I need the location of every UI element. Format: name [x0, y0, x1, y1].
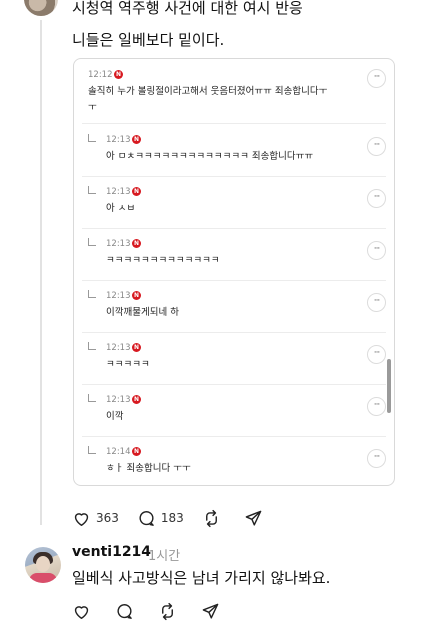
comment-time: 12:13	[106, 239, 131, 249]
comment-text: 이깍	[106, 411, 124, 422]
n-badge-icon: N	[132, 447, 141, 456]
list-item: 12:13 N 이깍 ···	[74, 385, 394, 437]
list-item: 12:12 N 솔직히 누가 볼링절이라고해서 웃음터졌어ㅠㅠ 죄송합니다ㅜ ㅜ…	[74, 59, 394, 125]
list-item: 12:14 N ㅎㅏ 죄송합니다 ㅜㅜ ···	[74, 437, 394, 485]
comment-time: 12:13	[106, 343, 131, 353]
author-avatar[interactable]	[24, 0, 58, 16]
comment-text: ㅋㅋㅋㅋㅋ	[106, 359, 150, 370]
divider	[82, 123, 386, 124]
reply-arrow-icon	[88, 238, 96, 246]
comment-time: 12:13	[106, 187, 131, 197]
comment-time: 12:14	[106, 447, 131, 457]
thread-line	[40, 20, 42, 525]
n-badge-icon: N	[114, 70, 123, 79]
reply-text: 일베식 사고방식은 남녀 가리지 않나봐요.	[72, 569, 331, 587]
share-button[interactable]	[244, 509, 268, 528]
more-button[interactable]: ···	[367, 449, 386, 468]
comment-bubble-icon[interactable]	[115, 602, 134, 621]
reply-timestamp: 1시간	[148, 549, 181, 564]
reply-arrow-icon	[88, 342, 96, 350]
comment-text: 아 ㅅㅂ	[106, 203, 136, 214]
comment-count: 183	[160, 511, 184, 525]
comment-time: 12:13	[106, 395, 131, 405]
repost-icon[interactable]	[158, 602, 177, 621]
n-badge-icon: N	[132, 395, 141, 404]
list-item: 12:13 N 아 ㅁㅊㅋㅋㅋㅋㅋㅋㅋㅋㅋㅋㅋㅋㅋ 죄송합니다ㅠㅠ ···	[74, 125, 394, 177]
reply-arrow-icon	[88, 186, 96, 194]
list-item: 12:13 N 이깍깨물게되네 하 ···	[74, 281, 394, 333]
more-button[interactable]: ···	[367, 241, 386, 260]
reply-arrow-icon	[88, 446, 96, 454]
post-title: 시청역 역주행 사건에 대한 여시 반응	[72, 0, 303, 17]
reply-actions	[72, 602, 244, 621]
n-badge-icon: N	[132, 291, 141, 300]
scrollbar[interactable]	[387, 359, 391, 413]
heart-icon[interactable]	[72, 602, 91, 621]
comment-text-wrap: ㅜ	[88, 102, 97, 113]
n-badge-icon: N	[132, 239, 141, 248]
post-actions: 363 183	[72, 507, 286, 529]
comment-text: 솔직히 누가 볼링절이라고해서 웃음터졌어ㅠㅠ 죄송합니다ㅜ	[88, 86, 328, 97]
more-button[interactable]: ···	[367, 189, 386, 208]
embedded-screenshot[interactable]: 12:12 N 솔직히 누가 볼링절이라고해서 웃음터졌어ㅠㅠ 죄송합니다ㅜ ㅜ…	[73, 58, 395, 486]
more-button[interactable]: ···	[367, 397, 386, 416]
n-badge-icon: N	[132, 187, 141, 196]
repost-button[interactable]	[202, 509, 226, 528]
comment-text: 이깍깨물게되네 하	[106, 307, 179, 318]
reply-arrow-icon	[88, 290, 96, 298]
comment-time: 12:13	[106, 291, 131, 301]
n-badge-icon: N	[132, 135, 141, 144]
reply-avatar[interactable]	[25, 547, 61, 583]
more-button[interactable]: ···	[367, 293, 386, 312]
reply-arrow-icon	[88, 394, 96, 402]
post-body: 니들은 일베보다 밑이다.	[72, 31, 225, 49]
comment-button[interactable]: 183	[137, 509, 184, 528]
like-count: 363	[96, 511, 119, 525]
heart-icon	[74, 512, 89, 526]
comment-bubble-icon	[139, 510, 154, 526]
list-item: 12:13 N ㅋㅋㅋㅋㅋㅋㅋㅋㅋㅋㅋㅋㅋ ···	[74, 229, 394, 281]
comment-time: 12:12	[88, 70, 113, 80]
reply-username[interactable]: venti1214	[72, 544, 151, 560]
list-item: 12:13 N 아 ㅅㅂ ···	[74, 177, 394, 229]
comment-text: ㅋㅋㅋㅋㅋㅋㅋㅋㅋㅋㅋㅋㅋ	[106, 255, 220, 266]
comment-text: ㅎㅏ 죄송합니다 ㅜㅜ	[106, 463, 191, 474]
more-button[interactable]: ···	[367, 137, 386, 156]
like-button[interactable]: 363	[72, 509, 119, 528]
send-icon	[245, 510, 262, 526]
send-icon[interactable]	[201, 602, 220, 621]
more-button[interactable]: ···	[367, 345, 386, 364]
n-badge-icon: N	[132, 343, 141, 352]
comment-text: 아 ㅁㅊㅋㅋㅋㅋㅋㅋㅋㅋㅋㅋㅋㅋㅋ 죄송합니다ㅠㅠ	[106, 151, 314, 162]
list-item: 12:13 N ㅋㅋㅋㅋㅋ ···	[74, 333, 394, 385]
comment-time: 12:13	[106, 135, 131, 145]
more-button[interactable]: ···	[367, 69, 386, 88]
repost-icon	[205, 509, 217, 527]
reply-arrow-icon	[88, 134, 96, 142]
